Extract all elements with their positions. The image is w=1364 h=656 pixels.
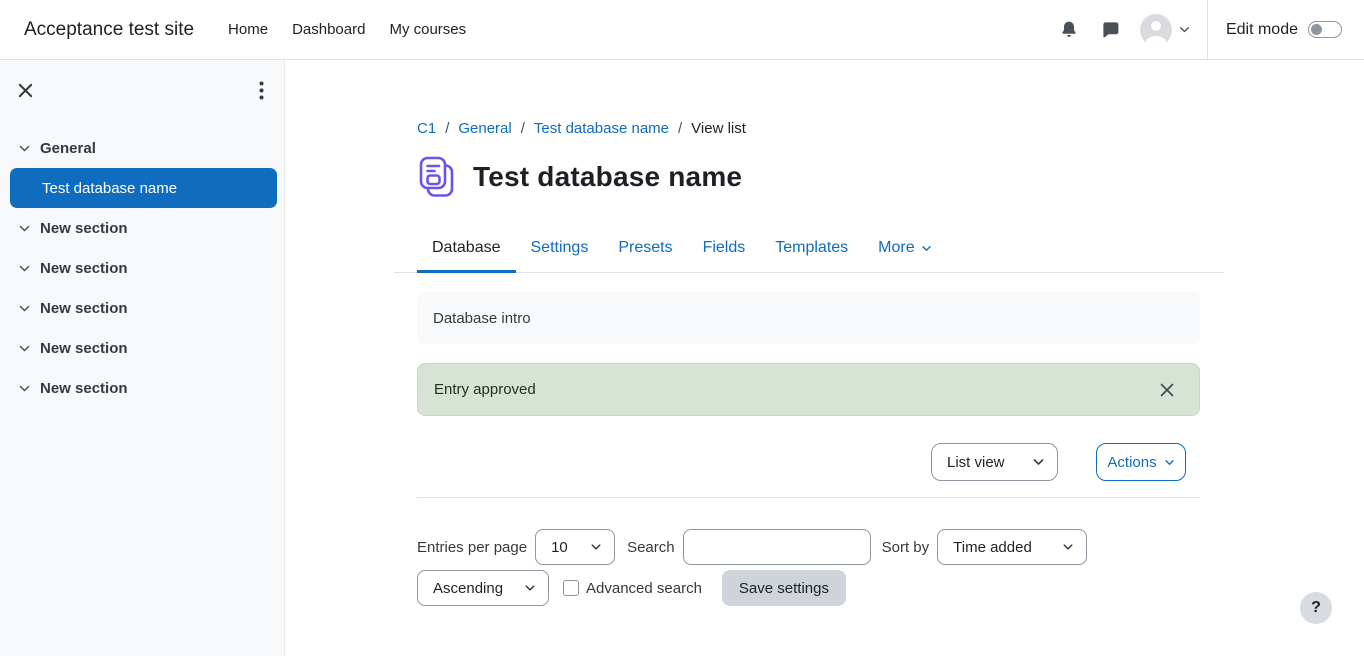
drawer-header bbox=[0, 60, 284, 120]
section-label: General bbox=[40, 140, 96, 157]
section-divider bbox=[417, 497, 1200, 498]
tab-database[interactable]: Database bbox=[417, 226, 516, 273]
breadcrumb-link-activity[interactable]: Test database name bbox=[534, 120, 669, 137]
notifications-bell-icon[interactable] bbox=[1055, 16, 1083, 44]
tab-templates[interactable]: Templates bbox=[760, 226, 863, 273]
chevron-down-icon bbox=[18, 342, 31, 355]
section-label: New section bbox=[40, 260, 128, 277]
entries-per-page-label: Entries per page bbox=[417, 539, 527, 556]
view-mode-select[interactable]: List view bbox=[931, 443, 1058, 481]
breadcrumb-link-section[interactable]: General bbox=[458, 120, 511, 137]
section-toggle-3[interactable]: New section bbox=[0, 288, 284, 328]
advanced-search-checkbox[interactable] bbox=[563, 580, 579, 596]
section-toggle-4[interactable]: New section bbox=[0, 328, 284, 368]
toggle-knob bbox=[1311, 24, 1322, 35]
actions-button[interactable]: Actions bbox=[1096, 443, 1186, 481]
search-label: Search bbox=[627, 539, 675, 556]
close-drawer-icon[interactable] bbox=[14, 79, 37, 102]
section-label: New section bbox=[40, 340, 128, 357]
alert-close-icon[interactable] bbox=[1151, 378, 1183, 402]
breadcrumb-separator: / bbox=[521, 120, 525, 137]
page-title: Test database name bbox=[473, 161, 742, 193]
breadcrumb-current: View list bbox=[691, 120, 746, 137]
user-menu[interactable] bbox=[1140, 14, 1190, 46]
edit-mode-toggle[interactable] bbox=[1308, 21, 1342, 38]
chevron-down-icon bbox=[18, 262, 31, 275]
breadcrumb-separator: / bbox=[678, 120, 682, 137]
save-settings-button[interactable]: Save settings bbox=[722, 570, 846, 606]
primary-nav: Home Dashboard My courses bbox=[228, 21, 466, 38]
edit-mode-label: Edit mode bbox=[1226, 21, 1298, 39]
view-controls: List view Actions bbox=[417, 443, 1200, 481]
database-activity-icon bbox=[417, 155, 456, 200]
tab-settings[interactable]: Settings bbox=[516, 226, 604, 273]
nav-link-home[interactable]: Home bbox=[228, 21, 268, 38]
search-input[interactable] bbox=[683, 529, 871, 565]
advanced-search-label[interactable]: Advanced search bbox=[586, 580, 702, 597]
drawer-options-ellipsis-icon[interactable] bbox=[255, 77, 268, 104]
help-button[interactable]: ? bbox=[1300, 592, 1332, 624]
navbar-divider bbox=[1207, 0, 1208, 60]
nav-link-dashboard[interactable]: Dashboard bbox=[292, 21, 365, 38]
user-avatar bbox=[1140, 14, 1172, 46]
chevron-down-icon bbox=[18, 222, 31, 235]
course-index-item-active[interactable]: Test database name bbox=[10, 168, 277, 208]
sort-by-select[interactable]: Time added bbox=[937, 529, 1087, 565]
tab-fields[interactable]: Fields bbox=[688, 226, 761, 273]
messages-chat-icon[interactable] bbox=[1097, 16, 1124, 43]
entries-controls-row2: Ascending Advanced search Save settings bbox=[417, 570, 1200, 606]
section-toggle-2[interactable]: New section bbox=[0, 248, 284, 288]
chevron-down-icon bbox=[18, 382, 31, 395]
activity-intro: Database intro bbox=[417, 292, 1200, 344]
sort-by-label: Sort by bbox=[882, 539, 930, 556]
chevron-down-icon bbox=[18, 302, 31, 315]
section-label: New section bbox=[40, 220, 128, 237]
navbar-right: Edit mode bbox=[1055, 0, 1364, 59]
breadcrumb-separator: / bbox=[445, 120, 449, 137]
nav-link-my-courses[interactable]: My courses bbox=[389, 21, 466, 38]
section-toggle-general[interactable]: General bbox=[0, 128, 284, 168]
chevron-down-icon bbox=[1164, 457, 1175, 468]
tab-more[interactable]: More bbox=[863, 226, 946, 273]
course-index-drawer: General Test database name New section N… bbox=[0, 60, 285, 656]
chevron-down-icon bbox=[18, 142, 31, 155]
tab-presets[interactable]: Presets bbox=[603, 226, 687, 273]
entries-controls-row1: Entries per page 10 Search Sort by Time … bbox=[417, 529, 1200, 565]
section-toggle-1[interactable]: New section bbox=[0, 208, 284, 248]
section-label: New section bbox=[40, 380, 128, 397]
alert-text: Entry approved bbox=[434, 381, 536, 398]
course-index: General Test database name New section N… bbox=[0, 120, 284, 408]
section-toggle-5[interactable]: New section bbox=[0, 368, 284, 408]
chevron-down-icon bbox=[921, 243, 932, 254]
breadcrumb-link-course[interactable]: C1 bbox=[417, 120, 436, 137]
site-brand[interactable]: Acceptance test site bbox=[24, 19, 194, 41]
user-menu-chevron-icon bbox=[1179, 24, 1190, 35]
success-alert: Entry approved bbox=[417, 363, 1200, 416]
top-navbar: Acceptance test site Home Dashboard My c… bbox=[0, 0, 1364, 60]
breadcrumb: C1 / General / Test database name / View… bbox=[417, 118, 1200, 138]
entries-per-page-select[interactable]: 10 bbox=[535, 529, 615, 565]
tab-more-label: More bbox=[878, 239, 914, 257]
sort-order-select[interactable]: Ascending bbox=[417, 570, 549, 606]
main-content: C1 / General / Test database name / View… bbox=[285, 60, 1364, 656]
page-header: Test database name bbox=[417, 154, 1200, 200]
section-label: New section bbox=[40, 300, 128, 317]
activity-tabs: Database Settings Presets Fields Templat… bbox=[417, 226, 1200, 273]
actions-button-label: Actions bbox=[1107, 454, 1156, 471]
